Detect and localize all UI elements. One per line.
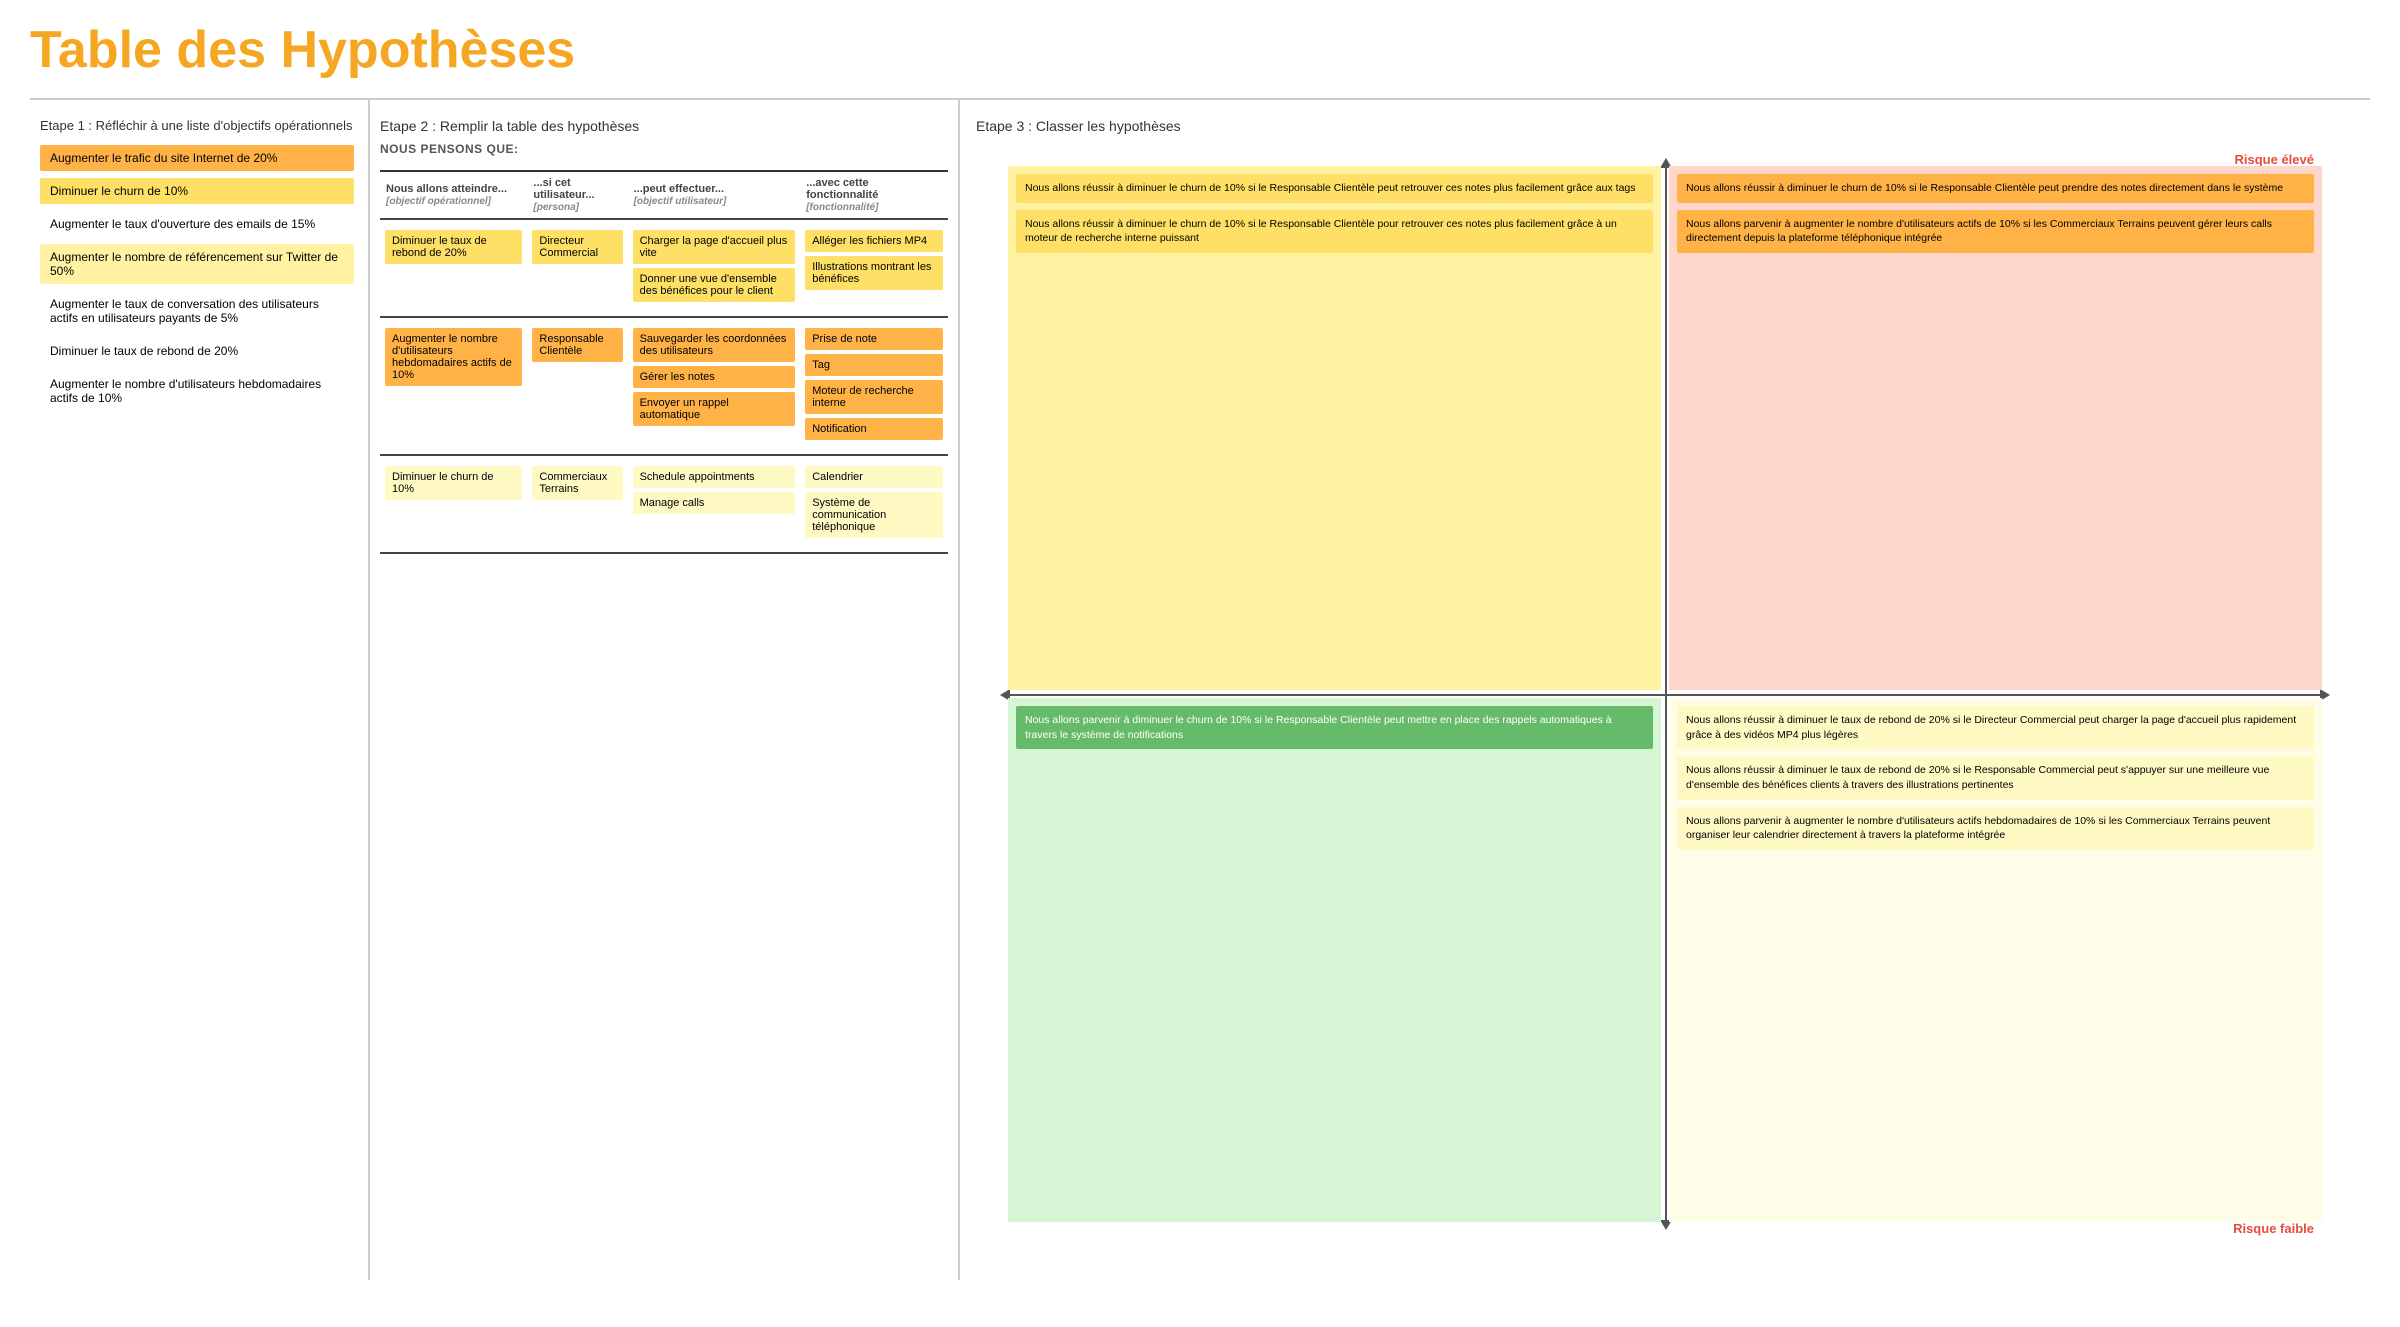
- row2-col2: Responsable Clientèle: [527, 317, 627, 455]
- sticky-note: Prise de note: [805, 328, 943, 350]
- sticky-note: Gérer les notes: [633, 366, 796, 388]
- row3-col4: Calendrier Système de communication télé…: [800, 455, 948, 553]
- page-title: Table des Hypothèses: [30, 20, 2370, 80]
- col-header-4: ...avec cette fonctionnalité [fonctionna…: [800, 171, 948, 219]
- sticky-note: Notification: [805, 418, 943, 440]
- sticky-note: Donner une vue d'ensemble des bénéfices …: [633, 268, 796, 302]
- table-row: Diminuer le taux de rebond de 20% Direct…: [380, 219, 948, 317]
- etape2-title: Etape 2 : Remplir la table des hypothèse…: [380, 118, 948, 134]
- row2-col4: Prise de note Tag Moteur de recherche in…: [800, 317, 948, 455]
- sticky-note: Moteur de recherche interne: [805, 380, 943, 414]
- list-item: Augmenter le taux d'ouverture des emails…: [40, 211, 354, 237]
- columns-container: Etape 1 : Réfléchir à une liste d'object…: [30, 100, 2370, 1280]
- row3-col3: Schedule appointments Manage calls: [628, 455, 801, 553]
- quad-card: Nous allons parvenir à augmenter le nomb…: [1677, 210, 2314, 253]
- sticky-note: Charger la page d'accueil plus vite: [633, 230, 796, 264]
- quad-card: Nous allons parvenir à augmenter le nomb…: [1677, 807, 2314, 850]
- row1-col3: Charger la page d'accueil plus vite Donn…: [628, 219, 801, 317]
- sticky-note: Système de communication téléphonique: [805, 492, 943, 538]
- list-item: Augmenter le nombre d'utilisateurs hebdo…: [40, 371, 354, 411]
- table-row: Diminuer le churn de 10% Commerciaux Ter…: [380, 455, 948, 553]
- hypothesis-table: Nous allons atteindre... [objectif opéra…: [380, 170, 948, 554]
- sticky-note: Responsable Clientèle: [532, 328, 622, 362]
- sticky-note: Illustrations montrant les bénéfices: [805, 256, 943, 290]
- sticky-note: Tag: [805, 354, 943, 376]
- row1-col1: Diminuer le taux de rebond de 20%: [380, 219, 527, 317]
- nous-pensons-label: NOUS PENSONS QUE:: [380, 142, 948, 156]
- risque-faible-label: Risque faible: [2233, 1221, 2314, 1236]
- sticky-note: Directeur Commercial: [532, 230, 622, 264]
- quadrant-top-right: Nous allons réussir à diminuer le churn …: [1669, 166, 2322, 690]
- quad-card: Nous allons parvenir à diminuer le churn…: [1016, 706, 1653, 749]
- row3-col1: Diminuer le churn de 10%: [380, 455, 527, 553]
- quadrant-bottom-left: Nous allons parvenir à diminuer le churn…: [1008, 698, 1661, 1222]
- sticky-note: Diminuer le taux de rebond de 20%: [385, 230, 522, 264]
- quadrant-container: Risque élevé Risque faible Valeur faible…: [976, 144, 2354, 1244]
- row1-col2: Directeur Commercial: [527, 219, 627, 317]
- etape2-column: Etape 2 : Remplir la table des hypothèse…: [370, 100, 960, 1280]
- col-header-3: ...peut effectuer... [objectif utilisate…: [628, 171, 801, 219]
- sticky-note: Augmenter le nombre d'utilisateurs hebdo…: [385, 328, 522, 386]
- table-row: Augmenter le nombre d'utilisateurs hebdo…: [380, 317, 948, 455]
- quadrant-top-left: Nous allons réussir à diminuer le churn …: [1008, 166, 1661, 690]
- sticky-note: Calendrier: [805, 466, 943, 488]
- quad-card: Nous allons réussir à diminuer le churn …: [1677, 174, 2314, 203]
- col-header-1: Nous allons atteindre... [objectif opéra…: [380, 171, 527, 219]
- quad-card: Nous allons réussir à diminuer le taux d…: [1677, 706, 2314, 749]
- sticky-note: Alléger les fichiers MP4: [805, 230, 943, 252]
- sticky-note: Commerciaux Terrains: [532, 466, 622, 500]
- etape1-title: Etape 1 : Réfléchir à une liste d'object…: [40, 118, 354, 133]
- sticky-note: Schedule appointments: [633, 466, 796, 488]
- list-item: Diminuer le taux de rebond de 20%: [40, 338, 354, 364]
- page: Table des Hypothèses Etape 1 : Réfléchir…: [0, 0, 2400, 1300]
- quad-card: Nous allons réussir à diminuer le taux d…: [1677, 756, 2314, 799]
- etape1-column: Etape 1 : Réfléchir à une liste d'object…: [30, 100, 370, 1280]
- sticky-note: Diminuer le churn de 10%: [385, 466, 522, 500]
- risque-eleve-label: Risque élevé: [2235, 152, 2315, 167]
- quad-card: Nous allons réussir à diminuer le churn …: [1016, 174, 1653, 203]
- list-item: Augmenter le taux de conversation des ut…: [40, 291, 354, 331]
- list-item: Augmenter le trafic du site Internet de …: [40, 145, 354, 171]
- quadrant-bottom-right: Nous allons réussir à diminuer le taux d…: [1669, 698, 2322, 1222]
- row2-col3: Sauvegarder les coordonnées des utilisat…: [628, 317, 801, 455]
- sticky-note: Envoyer un rappel automatique: [633, 392, 796, 426]
- row1-col4: Alléger les fichiers MP4 Illustrations m…: [800, 219, 948, 317]
- vertical-axis: [1665, 164, 1667, 1224]
- sticky-note: Sauvegarder les coordonnées des utilisat…: [633, 328, 796, 362]
- col-header-2: ...si cet utilisateur... [persona]: [527, 171, 627, 219]
- etape3-column: Etape 3 : Classer les hypothèses Risque …: [960, 100, 2370, 1280]
- list-item: Diminuer le churn de 10%: [40, 178, 354, 204]
- list-item: Augmenter le nombre de référencement sur…: [40, 244, 354, 284]
- row3-col2: Commerciaux Terrains: [527, 455, 627, 553]
- etape3-title: Etape 3 : Classer les hypothèses: [976, 118, 2354, 134]
- row2-col1: Augmenter le nombre d'utilisateurs hebdo…: [380, 317, 527, 455]
- sticky-note: Manage calls: [633, 492, 796, 514]
- quad-card: Nous allons réussir à diminuer le churn …: [1016, 210, 1653, 253]
